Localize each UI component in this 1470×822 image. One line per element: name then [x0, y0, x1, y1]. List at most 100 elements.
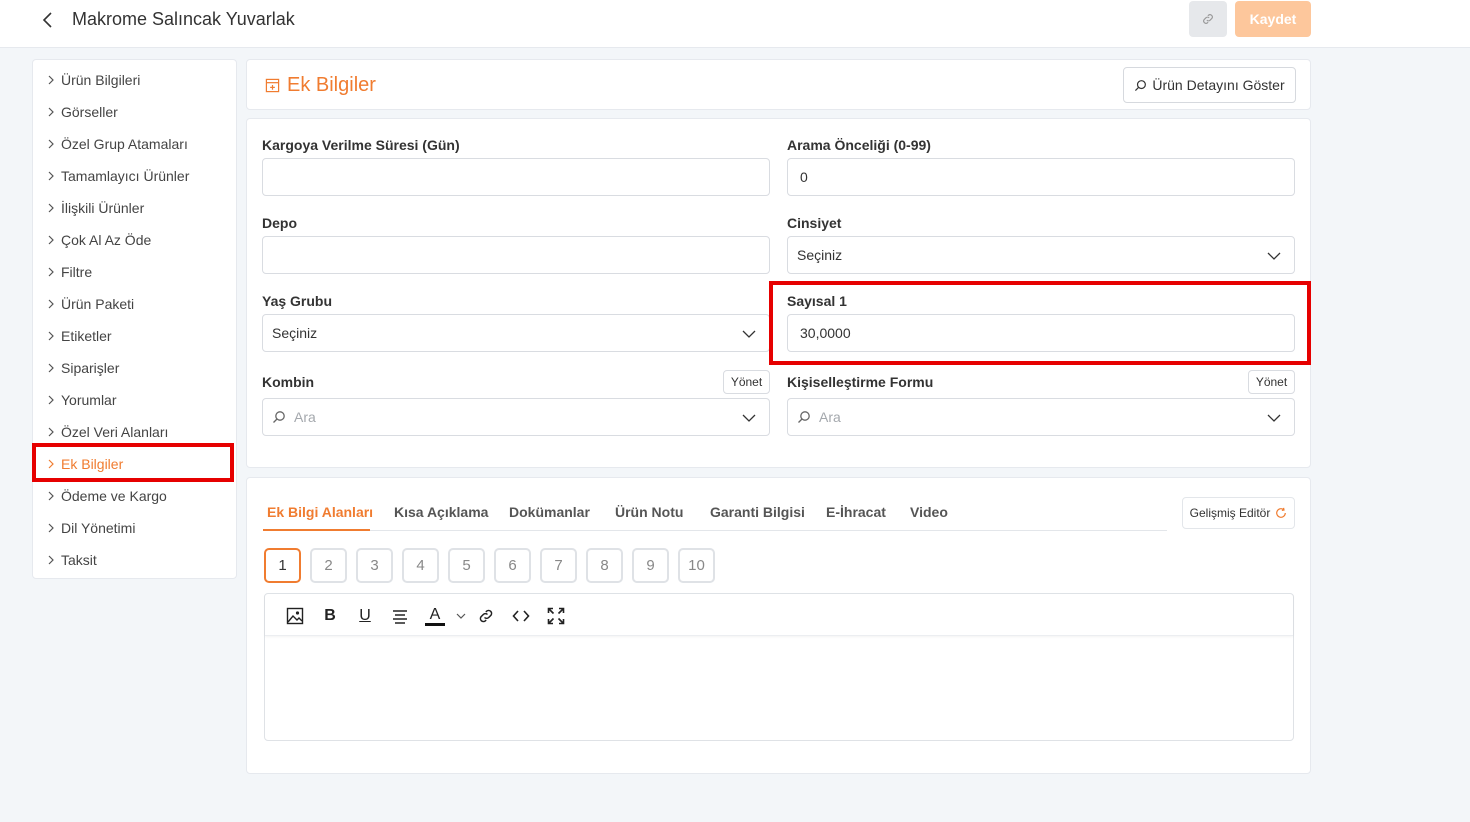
field-number-10[interactable]: 10 [678, 548, 715, 583]
warehouse-input[interactable] [262, 236, 770, 274]
align-icon[interactable] [390, 606, 410, 626]
chevron-right-icon [48, 491, 54, 501]
advanced-editor-button[interactable]: Gelişmiş Editör [1182, 497, 1295, 529]
gender-value: Seçiniz [797, 247, 843, 263]
personalization-placeholder: Ara [819, 409, 841, 425]
chevron-down-icon [742, 414, 756, 422]
sidebar-item-gorseller[interactable]: Görseller [44, 102, 118, 122]
sidebar-item-urun-bilgileri[interactable]: Ürün Bilgileri [44, 70, 140, 90]
sidebar-item-label: Ürün Paketi [61, 296, 135, 312]
field-number-5[interactable]: 5 [448, 548, 485, 583]
sidebar-item-label: Ürün Bilgileri [61, 72, 141, 88]
underline-icon[interactable]: U [355, 606, 375, 626]
sidebar-item-taksit[interactable]: Taksit [44, 550, 97, 570]
gender-select[interactable]: Seçiniz [787, 236, 1295, 274]
sidebar-item-tamamlayici[interactable]: Tamamlayıcı Ürünler [44, 166, 189, 186]
link-icon[interactable] [476, 606, 496, 626]
chevron-right-icon [48, 555, 54, 565]
shipping-days-input[interactable] [262, 158, 770, 196]
field-number-9[interactable]: 9 [632, 548, 669, 583]
sidebar-item-label: Görseller [61, 104, 118, 120]
tab-e-ihracat[interactable]: E-İhracat [826, 504, 886, 520]
tab-garanti-bilgisi[interactable]: Garanti Bilgisi [710, 504, 805, 520]
sidebar-item-label: Siparişler [61, 360, 120, 376]
sidebar-item-yorumlar[interactable]: Yorumlar [44, 390, 117, 410]
sidebar-highlight-box [32, 443, 234, 482]
chevron-right-icon [48, 331, 54, 341]
gender-label: Cinsiyet [787, 215, 842, 231]
sidebar-item-etiketler[interactable]: Etiketler [44, 326, 112, 346]
field-number-8[interactable]: 8 [586, 548, 623, 583]
sidebar-item-label: Dil Yönetimi [61, 520, 136, 536]
tab-kisa-aciklama[interactable]: Kısa Açıklama [394, 504, 488, 520]
field-number-7[interactable]: 7 [540, 548, 577, 583]
text-color-icon[interactable]: A [425, 606, 445, 626]
sidebar-item-filtre[interactable]: Filtre [44, 262, 92, 282]
tab-dokumanlar[interactable]: Dokümanlar [509, 504, 590, 520]
sidebar-item-siparisler[interactable]: Siparişler [44, 358, 119, 378]
sidebar-item-label: Etiketler [61, 328, 112, 344]
chevron-right-icon [48, 523, 54, 533]
field-number-3[interactable]: 3 [356, 548, 393, 583]
sidebar-item-ozel-grup[interactable]: Özel Grup Atamaları [44, 134, 188, 154]
tab-video[interactable]: Video [910, 504, 948, 520]
rich-text-editor[interactable]: B U A [264, 593, 1294, 741]
sidebar-item-urun-paketi[interactable]: Ürün Paketi [44, 294, 134, 314]
field-number-6[interactable]: 6 [494, 548, 531, 583]
save-button[interactable]: Kaydet [1235, 1, 1311, 37]
button-label: Ürün Detayını Göster [1152, 77, 1285, 93]
personalization-manage-button[interactable]: Yönet [1248, 370, 1295, 394]
sidebar-item-odeme-kargo[interactable]: Ödeme ve Kargo [44, 486, 167, 506]
search-priority-input[interactable]: 0 [787, 158, 1295, 196]
tab-divider [263, 530, 1167, 531]
search-icon [273, 411, 285, 423]
button-label: Gelişmiş Editör [1189, 506, 1271, 520]
combo-manage-button[interactable]: Yönet [723, 370, 770, 394]
chevron-down-icon [1267, 414, 1281, 422]
search-priority-label: Arama Önceliği (0-99) [787, 137, 931, 153]
link-icon [1203, 14, 1213, 24]
sidebar-item-iliskili[interactable]: İlişkili Ürünler [44, 198, 144, 218]
show-product-detail-button[interactable]: Ürün Detayını Göster [1123, 67, 1296, 103]
search-icon [798, 411, 810, 423]
personalization-search-select[interactable]: Ara [787, 398, 1295, 436]
chevron-down-icon [1267, 252, 1281, 260]
sidebar-item-ozel-veri[interactable]: Özel Veri Alanları [44, 422, 168, 442]
section-header: Ek Bilgiler Ürün Detayını Göster [246, 59, 1311, 110]
field-number-2[interactable]: 2 [310, 548, 347, 583]
sidebar-item-label: Yorumlar [61, 392, 117, 408]
sidebar-item-label: Özel Veri Alanları [61, 424, 169, 440]
chevron-right-icon [48, 267, 54, 277]
bold-icon[interactable]: B [320, 606, 340, 626]
refresh-icon [1276, 507, 1287, 518]
combo-placeholder: Ara [294, 409, 316, 425]
combo-search-select[interactable]: Ara [262, 398, 770, 436]
age-group-label: Yaş Grubu [262, 293, 333, 309]
chevron-right-icon [48, 203, 54, 213]
copy-link-button[interactable] [1189, 1, 1227, 37]
tab-urun-notu[interactable]: Ürün Notu [615, 504, 683, 520]
field-number-1[interactable]: 1 [264, 548, 301, 583]
fullscreen-icon[interactable] [546, 606, 566, 626]
section-title: Ek Bilgiler [287, 74, 376, 96]
active-tab-underline [263, 529, 370, 531]
image-icon[interactable] [285, 606, 305, 626]
sidebar-item-cok-al[interactable]: Çok Al Az Öde [44, 230, 151, 250]
chevron-right-icon [48, 107, 54, 117]
sidebar-item-label: Tamamlayıcı Ürünler [61, 168, 190, 184]
sidebar-item-label: Çok Al Az Öde [61, 232, 152, 248]
age-group-select[interactable]: Seçiniz [262, 314, 770, 352]
numeric1-highlight-box [769, 281, 1311, 365]
sidebar-item-label: Ödeme ve Kargo [61, 488, 167, 504]
sidebar-item-label: Filtre [61, 264, 93, 280]
back-arrow-icon[interactable] [38, 10, 58, 30]
tab-ek-bilgi-alanlari[interactable]: Ek Bilgi Alanları [267, 504, 373, 520]
code-icon[interactable] [511, 606, 531, 626]
chevron-down-icon[interactable] [451, 606, 471, 626]
sidebar-item-label: İlişkili Ürünler [61, 200, 145, 216]
chevron-right-icon [48, 235, 54, 245]
calendar-plus-icon [265, 78, 280, 93]
search-icon [1135, 79, 1147, 91]
sidebar-item-dil[interactable]: Dil Yönetimi [44, 518, 135, 538]
field-number-4[interactable]: 4 [402, 548, 439, 583]
